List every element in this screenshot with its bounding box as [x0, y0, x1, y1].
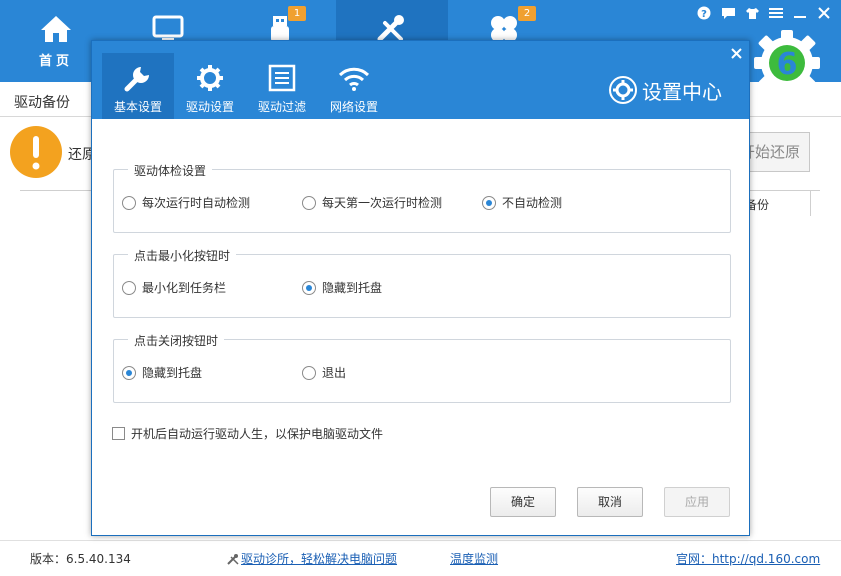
- group-minimize: 点击最小化按钮时 最小化到任务栏 隐藏到托盘: [113, 254, 731, 318]
- apply-button[interactable]: 应用: [664, 487, 730, 517]
- autostart-option[interactable]: 开机后自动运行驱动人生，以保护电脑驱动文件: [112, 425, 383, 442]
- diagnose-link[interactable]: 驱动诊所，轻松解决电脑问题: [227, 550, 397, 567]
- radio-check-every-run-control[interactable]: [122, 196, 136, 210]
- settings-center-icon: [608, 75, 638, 105]
- window-controls: ?: [695, 4, 833, 22]
- tab-basic-settings-label: 基本设置: [114, 98, 162, 115]
- radio-check-first-daily-control[interactable]: [302, 196, 316, 210]
- radio-check-never-control[interactable]: [482, 196, 496, 210]
- radio-check-every-run-label: 每次运行时自动检测: [142, 194, 250, 211]
- menu-icon[interactable]: [767, 4, 785, 22]
- tools-small-icon: [227, 553, 239, 565]
- wrench-icon: [123, 63, 153, 93]
- website-link[interactable]: 官网：http://qd.160.com: [676, 550, 820, 567]
- radio-minimize-taskbar-label: 最小化到任务栏: [142, 279, 226, 296]
- skin-icon[interactable]: [743, 4, 761, 22]
- wifi-icon: [337, 63, 371, 93]
- radio-check-every-run[interactable]: 每次运行时自动检测: [122, 194, 250, 211]
- temperature-link[interactable]: 温度监测: [450, 550, 498, 567]
- dialog-header: 基本设置 驱动设置 驱动过滤 网络设置 设置中心: [92, 41, 749, 119]
- cancel-button[interactable]: 取消: [577, 487, 643, 517]
- radio-close-exit-control[interactable]: [302, 366, 316, 380]
- tab-network-settings[interactable]: 网络设置: [318, 53, 390, 119]
- settings-dialog: 基本设置 驱动设置 驱动过滤 网络设置 设置中心 驱动体检设置 每次运行时自动检…: [91, 40, 750, 536]
- footer-bar: 版本：6.5.40.134 驱动诊所，轻松解决电脑问题 温度监测 官网：http…: [0, 540, 841, 576]
- table-column-divider: [810, 190, 811, 216]
- radio-minimize-tray[interactable]: 隐藏到托盘: [302, 279, 382, 296]
- ok-button[interactable]: 确定: [490, 487, 556, 517]
- group-driver-check: 驱动体检设置 每次运行时自动检测 每天第一次运行时检测 不自动检测: [113, 169, 731, 233]
- radio-close-tray-control[interactable]: [122, 366, 136, 380]
- message-icon[interactable]: [719, 4, 737, 22]
- usb-badge: 1: [288, 6, 306, 21]
- autostart-checkbox[interactable]: [112, 427, 125, 440]
- radio-check-never-label: 不自动检测: [502, 194, 562, 211]
- dialog-title: 设置中心: [608, 75, 722, 105]
- list-icon: [267, 63, 297, 93]
- radio-minimize-taskbar-control[interactable]: [122, 281, 136, 295]
- group-minimize-title: 点击最小化按钮时: [128, 247, 236, 264]
- radio-minimize-tray-control[interactable]: [302, 281, 316, 295]
- tab-driver-settings-label: 驱动设置: [186, 98, 234, 115]
- section-title: 驱动备份: [14, 92, 70, 112]
- gear-icon: [195, 63, 225, 93]
- radio-check-never[interactable]: 不自动检测: [482, 194, 562, 211]
- group-driver-check-title: 驱动体检设置: [128, 162, 212, 179]
- help-icon[interactable]: ?: [695, 4, 713, 22]
- tab-driver-settings[interactable]: 驱动设置: [174, 53, 246, 119]
- close-icon[interactable]: [815, 4, 833, 22]
- dialog-close-icon[interactable]: [728, 45, 744, 61]
- radio-minimize-tray-label: 隐藏到托盘: [322, 279, 382, 296]
- driver-life-logo-icon: 6: [752, 28, 822, 98]
- dialog-title-text: 设置中心: [642, 76, 722, 105]
- group-close-title: 点击关闭按钮时: [128, 332, 224, 349]
- diagnose-link-label: 驱动诊所，轻松解决电脑问题: [241, 550, 397, 567]
- autostart-label: 开机后自动运行驱动人生，以保护电脑驱动文件: [131, 425, 383, 442]
- radio-close-tray-label: 隐藏到托盘: [142, 364, 202, 381]
- warning-icon: [10, 126, 62, 178]
- radio-close-exit[interactable]: 退出: [302, 364, 346, 381]
- radio-check-first-daily[interactable]: 每天第一次运行时检测: [302, 194, 442, 211]
- svg-text:?: ?: [701, 9, 707, 20]
- radio-close-exit-label: 退出: [322, 364, 346, 381]
- nav-tab-home-label: 首页: [39, 50, 73, 69]
- apps-badge: 2: [518, 6, 536, 21]
- version-label: 版本：6.5.40.134: [30, 550, 131, 567]
- svg-text:6: 6: [777, 47, 798, 82]
- tab-basic-settings[interactable]: 基本设置: [102, 53, 174, 119]
- minimize-icon[interactable]: [791, 4, 809, 22]
- home-icon: [39, 14, 73, 44]
- radio-minimize-taskbar[interactable]: 最小化到任务栏: [122, 279, 226, 296]
- radio-close-tray[interactable]: 隐藏到托盘: [122, 364, 202, 381]
- tab-driver-filter-label: 驱动过滤: [258, 98, 306, 115]
- radio-check-first-daily-label: 每天第一次运行时检测: [322, 194, 442, 211]
- tab-network-settings-label: 网络设置: [330, 98, 378, 115]
- tab-driver-filter[interactable]: 驱动过滤: [246, 53, 318, 119]
- group-close: 点击关闭按钮时 隐藏到托盘 退出: [113, 339, 731, 403]
